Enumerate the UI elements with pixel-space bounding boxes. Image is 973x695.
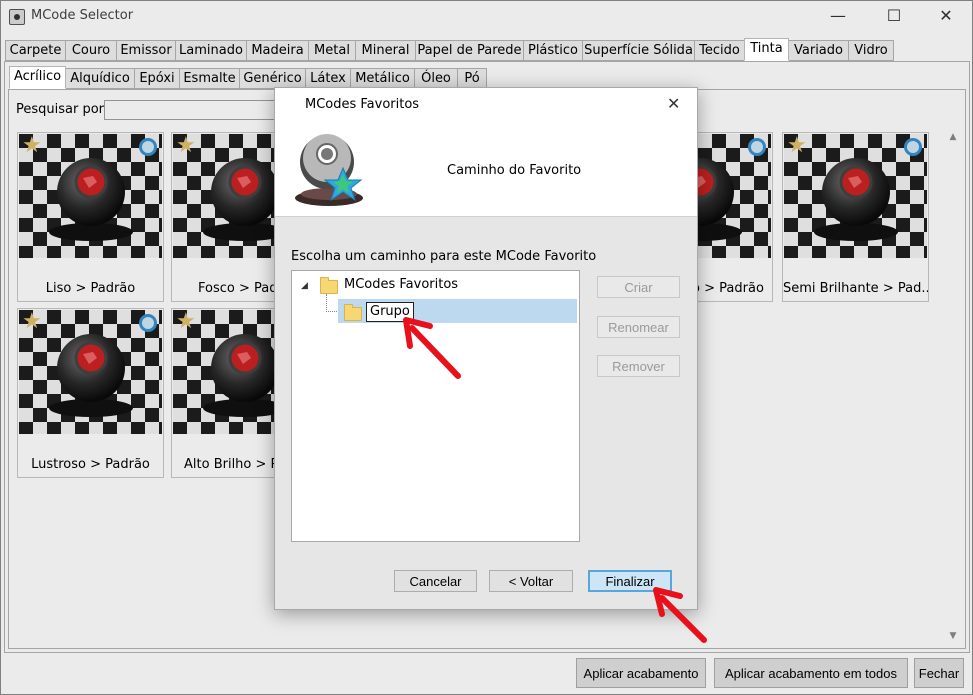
create-button[interactable]: Criar	[597, 276, 680, 298]
cancel-button[interactable]: Cancelar	[394, 570, 477, 592]
remove-button[interactable]: Remover	[597, 355, 680, 377]
tab-tinta[interactable]: Tinta	[744, 38, 789, 61]
tree-collapse-icon[interactable]: ◢	[301, 281, 308, 291]
dialog-close-icon[interactable]: ✕	[667, 94, 680, 113]
favorite-mcode-icon	[295, 134, 363, 206]
rename-node-input[interactable]: Grupo	[366, 302, 414, 322]
folder-icon	[320, 277, 338, 294]
tree-node-root[interactable]: MCodes Favoritos	[344, 277, 458, 292]
folder-icon	[344, 304, 362, 321]
favorites-tree: ◢ MCodes Favoritos Grupo	[291, 270, 580, 542]
dialog-subtitle: Caminho do Favorito	[447, 163, 582, 178]
path-prompt: Escolha um caminho para este MCode Favor…	[291, 249, 597, 264]
favorites-dialog: MCodes Favoritos ✕ Caminho do Favorito E…	[274, 87, 698, 610]
finish-button[interactable]: Finalizar	[588, 570, 672, 592]
rename-button[interactable]: Renomear	[597, 316, 680, 338]
dialog-title: MCodes Favoritos	[305, 97, 420, 112]
back-button[interactable]: < Voltar	[489, 570, 573, 592]
subtab-acrilico[interactable]: Acrílico	[9, 66, 66, 89]
dialog-header: MCodes Favoritos ✕ Caminho do Favorito	[275, 88, 697, 217]
